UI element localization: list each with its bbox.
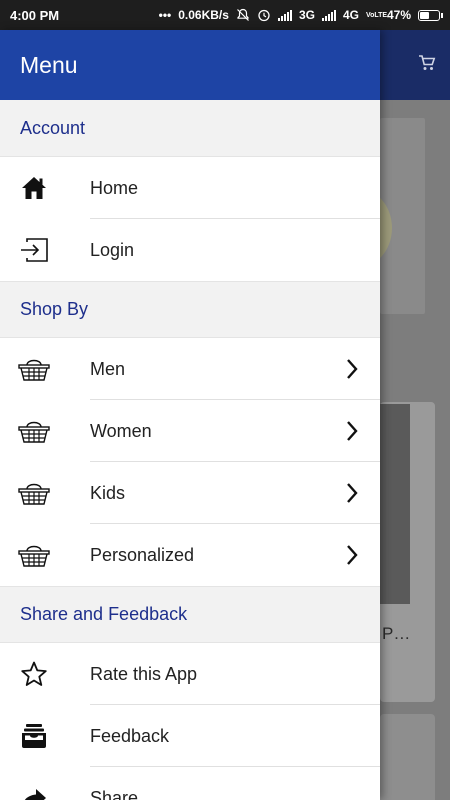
drawer-item-rate-app[interactable]: Rate this App (0, 643, 380, 705)
section-account: Account (0, 100, 380, 157)
battery-icon (418, 9, 443, 21)
network-type-1: 3G (298, 8, 315, 22)
basket-icon (18, 479, 50, 507)
battery-percent: 47% (386, 8, 411, 22)
drawer-item-label: Kids (90, 482, 126, 503)
status-bar: 4:00 PM ••• 0.06KB/s 3G 4G VoLTE 47% (0, 0, 450, 30)
cart-icon[interactable] (418, 54, 436, 72)
chevron-right-icon (340, 357, 364, 381)
network-speed: 0.06KB/s (178, 8, 229, 22)
basket-icon (18, 355, 50, 383)
login-icon (18, 236, 50, 264)
share-icon (18, 784, 50, 800)
navigation-drawer: Menu Account Home Login Shop By Men Wome… (0, 30, 380, 800)
background-product-title: P… (382, 624, 411, 643)
status-indicators: ••• 0.06KB/s 3G 4G VoLTE 47% (158, 8, 443, 22)
star-icon (18, 660, 50, 688)
basket-icon (18, 417, 50, 445)
chevron-right-icon (340, 419, 364, 443)
signal-icon (277, 9, 292, 21)
drawer-item-feedback[interactable]: Feedback (0, 705, 380, 767)
drawer-title: Menu (20, 51, 78, 78)
drawer-item-kids[interactable]: Kids (0, 462, 380, 524)
inbox-icon (18, 722, 50, 750)
drawer-item-share[interactable]: Share (0, 767, 380, 800)
drawer-item-women[interactable]: Women (0, 400, 380, 462)
drawer-item-label: Share (90, 787, 139, 800)
drawer-item-label: Men (90, 358, 126, 379)
drawer-item-label: Login (90, 239, 135, 260)
volte-label: VoLTE (365, 11, 388, 19)
network-type-2: 4G (342, 8, 359, 22)
chevron-right-icon (340, 543, 364, 567)
drawer-item-label: Women (90, 420, 152, 441)
alarm-icon (257, 8, 271, 22)
background-product-card-2 (380, 714, 435, 800)
drawer-item-label: Home (90, 177, 139, 198)
drawer-header: Menu (0, 30, 380, 100)
signal-icon-2 (321, 9, 336, 21)
section-title: Shop By (20, 299, 89, 319)
section-share-feedback: Share and Feedback (0, 586, 380, 643)
home-icon (18, 174, 50, 202)
drawer-item-label: Personalized (90, 544, 195, 565)
drawer-item-personalized[interactable]: Personalized (0, 524, 380, 586)
mute-icon (236, 8, 250, 22)
basket-icon (18, 541, 50, 569)
drawer-item-home[interactable]: Home (0, 157, 380, 219)
drawer-item-men[interactable]: Men (0, 338, 380, 400)
background-product-image (380, 404, 410, 604)
drawer-item-label: Feedback (90, 725, 170, 746)
status-time: 4:00 PM (10, 7, 60, 23)
more-dots-icon: ••• (158, 8, 172, 22)
drawer-item-label: Rate this App (90, 663, 198, 684)
section-title: Share and Feedback (20, 604, 188, 624)
drawer-item-login[interactable]: Login (0, 219, 380, 281)
chevron-right-icon (340, 481, 364, 505)
section-title: Account (20, 117, 86, 138)
section-shop-by: Shop By (0, 281, 380, 338)
